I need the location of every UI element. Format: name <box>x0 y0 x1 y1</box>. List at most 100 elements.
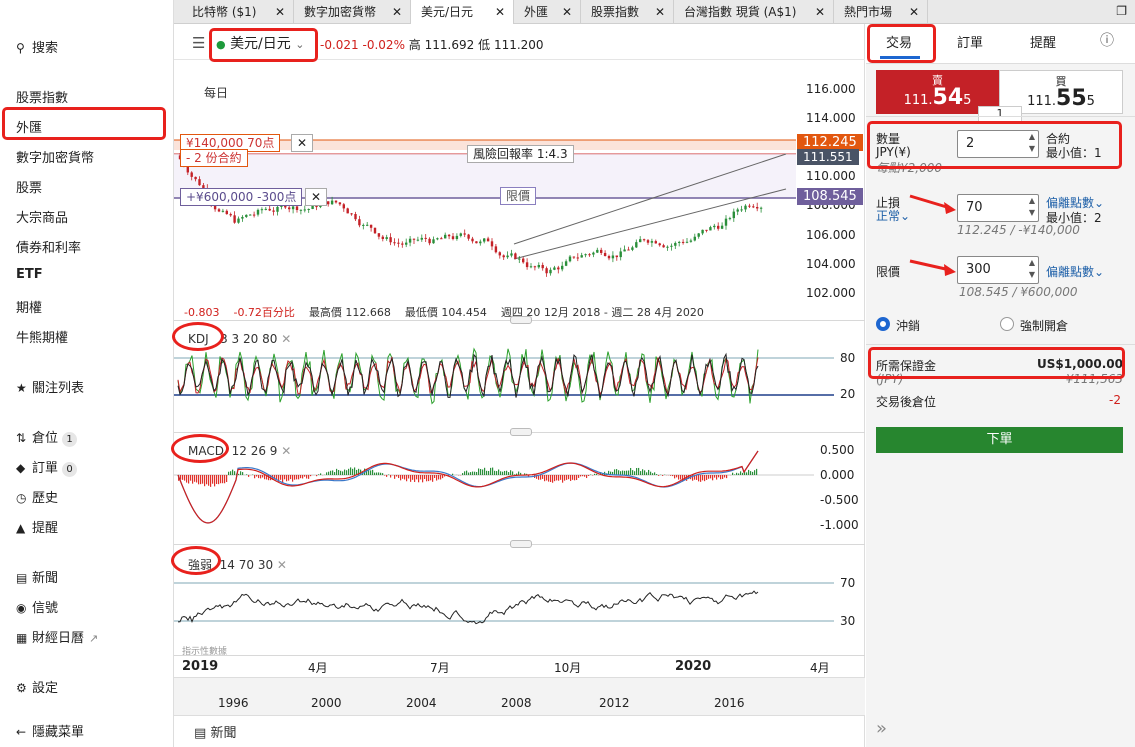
candle-body <box>221 210 225 212</box>
macd-bar <box>224 475 226 484</box>
sidebar-item-commodities[interactable]: 大宗商品 <box>16 207 68 226</box>
macd-bar <box>214 475 216 487</box>
tab-trade[interactable]: 交易 <box>886 32 912 51</box>
candle-body <box>436 238 439 240</box>
stop-close-icon[interactable]: ✕ <box>291 134 313 152</box>
macd-bar <box>514 474 516 475</box>
sidebar-item-bonds[interactable]: 債券和利率 <box>16 237 81 256</box>
tab-taiwan-index[interactable]: 台灣指數 現貨 (A$1) ✕ <box>674 0 834 24</box>
price-tick: 104.000 <box>806 257 856 271</box>
macd-bar <box>556 475 558 481</box>
stop-input[interactable]: 70 ▲ ▼ <box>957 194 1039 222</box>
sidebar-item-etf[interactable]: ETF <box>16 267 43 282</box>
news-button[interactable]: ▤ 新聞 <box>194 722 236 741</box>
sidebar-item-orders[interactable]: ◆ 訂單 0 <box>16 457 78 477</box>
close-icon[interactable]: ✕ <box>392 0 402 24</box>
candle-body <box>522 258 525 263</box>
macd-bar <box>672 475 674 477</box>
resize-handle[interactable] <box>510 428 532 436</box>
limit-input[interactable]: 300 ▲ ▼ <box>957 256 1039 284</box>
stepper-icon[interactable]: ▲ ▼ <box>1029 131 1035 155</box>
hide-menu-button[interactable]: ← 隱藏菜單 <box>16 721 84 740</box>
limit-order-tag[interactable]: +¥600,000 -300点 <box>180 188 303 206</box>
limit-close-icon[interactable]: ✕ <box>305 188 327 206</box>
macd-bar <box>712 475 714 481</box>
sidebar-item-history[interactable]: ◷ 歷史 <box>16 487 58 506</box>
close-icon[interactable]: ✕ <box>909 0 919 24</box>
sidebar-item-signals[interactable]: ◉ 信號 <box>16 597 58 616</box>
sidebar-item-alerts[interactable]: ▲ 提醒 <box>16 517 58 536</box>
candle-body <box>354 214 357 220</box>
macd-bar <box>390 475 392 478</box>
sidebar-item-watchlist[interactable]: ★ 關注列表 <box>16 377 84 396</box>
tab-crypto[interactable]: 數字加密貨幣 ✕ <box>294 0 411 24</box>
hedge-radio[interactable] <box>876 317 890 331</box>
close-icon[interactable]: ✕ <box>562 0 572 24</box>
candle-body <box>416 239 420 241</box>
macd-bar <box>642 469 644 475</box>
qty-input[interactable]: 2 ▲ ▼ <box>957 130 1039 158</box>
tab-bitcoin[interactable]: 比特幣 ($1) ✕ <box>182 0 294 24</box>
close-icon[interactable]: ✕ <box>815 0 825 24</box>
macd-bar <box>734 474 736 475</box>
resize-handle[interactable] <box>510 540 532 548</box>
close-icon[interactable]: ✕ <box>495 0 505 24</box>
stepper-icon[interactable]: ▲ ▼ <box>1029 257 1035 281</box>
sidebar-item-crypto[interactable]: 數字加密貨幣 <box>16 147 94 166</box>
macd-bar <box>318 474 320 475</box>
sidebar-item-options[interactable]: 期權 <box>16 297 42 316</box>
macd-bar <box>306 475 308 479</box>
limit-price-tag: 108.545 <box>797 188 863 205</box>
sidebar-item-positions[interactable]: ⇅ 倉位 1 <box>16 427 78 447</box>
search-link[interactable]: ⚲ 搜索 <box>16 37 58 56</box>
tab-indices[interactable]: 股票指數 ✕ <box>581 0 674 24</box>
macd-bar <box>298 475 300 480</box>
macd-bar <box>566 475 568 480</box>
close-icon[interactable]: ✕ <box>275 0 285 24</box>
macd-bar <box>384 475 386 476</box>
restore-window-icon[interactable]: ❐ <box>1116 4 1127 18</box>
stepper-icon[interactable]: ▲ ▼ <box>1029 195 1035 219</box>
tab-alerts[interactable]: 提醒 <box>1030 32 1056 51</box>
macd-bar <box>432 475 434 482</box>
sidebar-item-news[interactable]: ▤ 新聞 <box>16 567 58 586</box>
info-icon[interactable]: ⓘ <box>1100 30 1114 50</box>
qty-unit: JPY(¥) <box>876 145 911 159</box>
candle-body <box>381 236 384 239</box>
close-icon[interactable]: ✕ <box>277 558 287 572</box>
sidebar-item-settings[interactable]: ⚙ 設定 <box>16 677 58 696</box>
candle-body <box>744 205 747 210</box>
after-trade-value: -2 <box>1109 393 1121 407</box>
macd-bar <box>424 475 426 480</box>
sidebar-item-calendar[interactable]: ▦ 財經日曆 ↗ <box>16 627 98 646</box>
resize-handle[interactable] <box>510 316 532 324</box>
stop-type-selector[interactable]: 正常⌄ <box>876 207 910 224</box>
sidebar-item-forex[interactable]: 外匯 <box>16 117 42 136</box>
macd-bar <box>650 471 652 475</box>
candle-body <box>502 255 505 258</box>
sidebar-item-cbbc[interactable]: 牛熊期權 <box>16 327 68 346</box>
tab-forex[interactable]: 外匯 ✕ <box>514 0 581 24</box>
force-open-radio[interactable] <box>1000 317 1014 331</box>
candle-body <box>397 242 400 244</box>
tab-usdjpy[interactable]: 美元/日元 ✕ <box>411 0 514 24</box>
close-icon[interactable]: ✕ <box>281 332 291 346</box>
candle-body <box>428 238 431 244</box>
chart-canvas[interactable] <box>174 24 865 747</box>
close-icon[interactable]: ✕ <box>655 0 665 24</box>
candle-body <box>299 209 303 211</box>
collapse-panel-icon[interactable]: » <box>876 718 887 739</box>
macd-bar <box>652 473 654 475</box>
submit-order-button[interactable]: 下單 <box>876 427 1123 453</box>
limit-box[interactable]: 限價 <box>500 187 537 205</box>
tab-hot-markets[interactable]: 熱門市場 ✕ <box>834 0 928 24</box>
candle-body <box>681 241 685 243</box>
sidebar-item-stocks[interactable]: 股票 <box>16 177 42 196</box>
sidebar-item-indices[interactable]: 股票指數 <box>16 87 68 106</box>
candle-body <box>327 201 330 205</box>
candle-body <box>596 249 599 253</box>
tab-orders[interactable]: 訂單 <box>957 32 983 51</box>
close-icon[interactable]: ✕ <box>281 444 291 458</box>
macd-bar <box>696 475 698 480</box>
limit-mode-selector[interactable]: 偏離點數⌄ <box>1046 263 1104 280</box>
